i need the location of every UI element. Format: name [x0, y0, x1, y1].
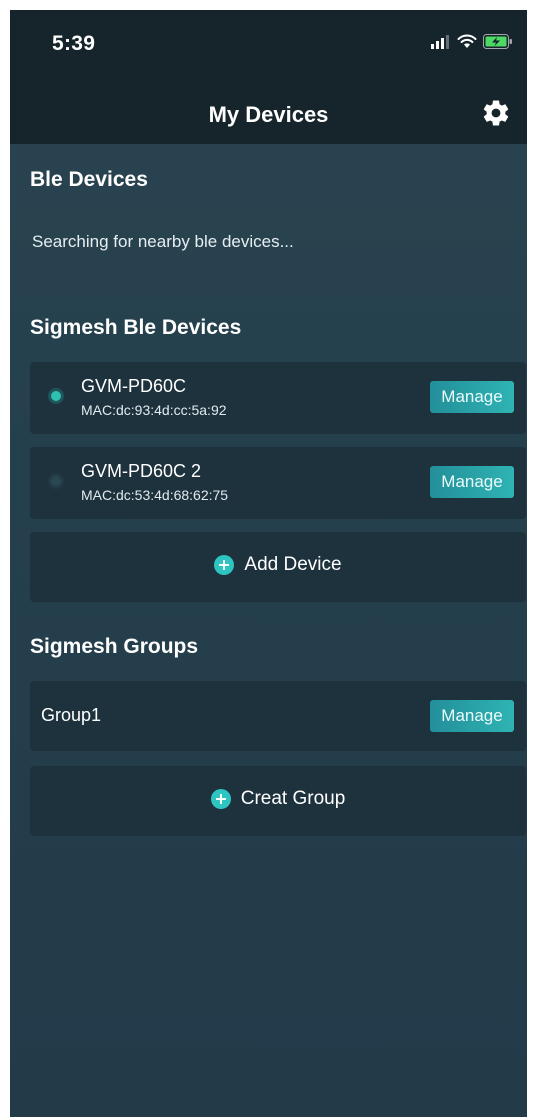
add-device-button[interactable]: Add Device	[30, 532, 526, 602]
manage-device-button[interactable]: Manage	[430, 381, 514, 413]
device-name: GVM-PD60C	[81, 376, 187, 396]
sigmesh-devices-heading: Sigmesh Ble Devices	[30, 316, 242, 339]
nav-bar: My Devices	[10, 80, 527, 144]
device-mac: MAC:dc:53:4d:68:62:75	[81, 487, 229, 503]
group-item[interactable]: Group1 Manage	[30, 681, 526, 751]
plus-circle-icon	[210, 789, 231, 809]
add-device-content: Add Device	[30, 554, 526, 576]
wifi-icon	[457, 34, 477, 48]
create-group-button[interactable]: Creat Group	[30, 766, 526, 836]
device-name: GVM-PD60C 2	[81, 461, 202, 481]
manage-device-button[interactable]: Manage	[430, 466, 514, 498]
status-time: 5:39	[52, 32, 96, 55]
device-item[interactable]: GVM-PD60C 2 MAC:dc:53:4d:68:62:75 Manage	[30, 447, 526, 519]
cellular-signal-icon	[431, 34, 449, 49]
status-bar: 5:39	[10, 10, 527, 80]
radio-selected-icon[interactable]	[51, 391, 61, 401]
ble-devices-heading: Ble Devices	[30, 168, 148, 191]
status-icons	[431, 34, 513, 49]
device-item[interactable]: GVM-PD60C MAC:dc:93:4d:cc:5a:92 Manage	[30, 362, 526, 434]
sigmesh-groups-heading: Sigmesh Groups	[30, 635, 199, 658]
device-mac: MAC:dc:93:4d:cc:5a:92	[81, 402, 227, 418]
plus-circle-icon	[214, 555, 235, 575]
searching-status: Searching for nearby ble devices...	[32, 232, 294, 251]
create-group-label: Creat Group	[240, 788, 346, 809]
phone-screen: 5:39 My Devices Ble Devices Searching fo…	[10, 10, 527, 1117]
radio-unselected-icon[interactable]	[51, 476, 61, 486]
gear-icon[interactable]	[481, 98, 511, 128]
battery-charging-icon	[483, 34, 512, 49]
page-title: My Devices	[208, 102, 329, 127]
group-name: Group1	[41, 705, 102, 725]
create-group-content: Creat Group	[30, 788, 526, 810]
manage-group-button[interactable]: Manage	[430, 700, 514, 732]
add-device-label: Add Device	[244, 554, 342, 575]
